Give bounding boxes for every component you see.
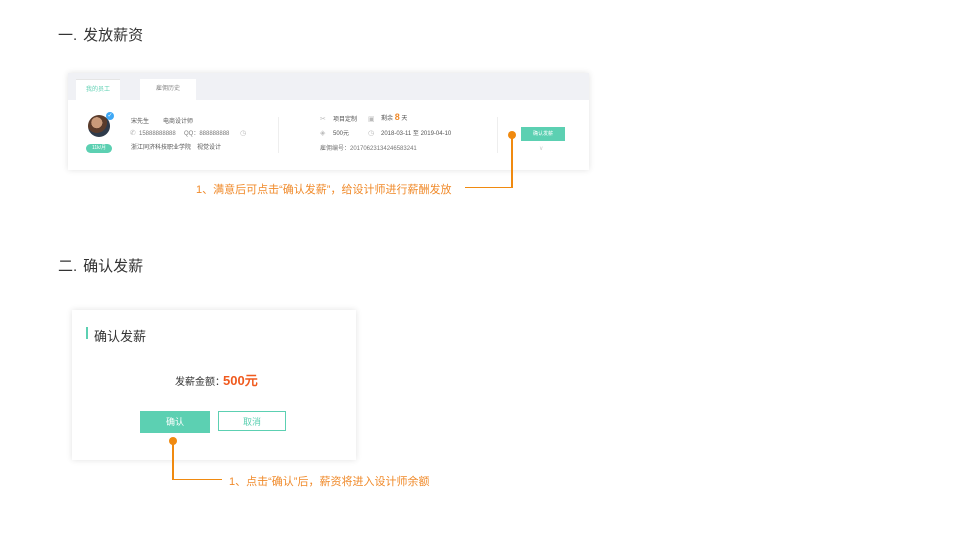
money-icon: ◈ xyxy=(320,130,326,137)
amount-label: 发薪金额： xyxy=(175,377,225,388)
annotation-text: 1、点击“确认”后，薪资将进入设计师余额 xyxy=(229,476,430,488)
remaining-suffix: 天 xyxy=(401,116,408,122)
remaining-prefix: 剩余 xyxy=(381,116,394,122)
annotation-line xyxy=(511,135,513,188)
calendar-icon: ▣ xyxy=(368,116,375,123)
employee-role: 电商设计师 xyxy=(163,119,194,125)
project-type: 项目定制 xyxy=(333,117,358,123)
remaining-days-value: 8 xyxy=(394,112,400,122)
dialog-title: 确认发薪 xyxy=(94,329,147,344)
phone-icon: ✆ xyxy=(130,130,136,137)
clock-icon: ◷ xyxy=(240,130,247,137)
annotation-line xyxy=(172,479,222,480)
section-heading: 发放薪资 xyxy=(83,27,144,44)
employee-major: 视觉设计 xyxy=(197,145,222,151)
confirm-pay-button[interactable]: 确认发薪 xyxy=(521,127,565,141)
tab-my-employees[interactable]: 我的员工 xyxy=(76,79,120,101)
chevron-down-icon[interactable]: ∨ xyxy=(539,145,543,152)
remaining-days: 剩余 8 天 xyxy=(381,113,407,123)
hire-number: 雇佣编号：20170623134246583241 xyxy=(320,146,417,152)
annotation-line xyxy=(172,441,174,480)
employee-qq: QQ：888888888 xyxy=(184,131,230,137)
confirm-dialog: 确认发薪 发薪金额： 500元 确认 取消 xyxy=(72,310,356,460)
section-title-confirm-pay: 二. 确认发薪 xyxy=(58,255,143,276)
salary-badge: 11k/月 xyxy=(86,144,112,153)
title-accent-bar xyxy=(86,327,88,339)
project-amount: 500元 xyxy=(333,131,350,137)
employee-phone: 15888888888 xyxy=(139,131,176,137)
cancel-button[interactable]: 取消 xyxy=(218,411,286,431)
employee-name: 宋先生 xyxy=(131,119,150,125)
tab-bar: 我的员工 雇佣历史 xyxy=(68,73,589,101)
project-icon: ✂ xyxy=(320,116,326,123)
annotation-line xyxy=(465,187,513,188)
amount-value: 500元 xyxy=(223,373,258,388)
section-title-pay-salary: 一. 发放薪资 xyxy=(58,24,143,45)
verified-icon: ✓ xyxy=(106,112,114,120)
clock-icon: ◷ xyxy=(368,130,375,137)
divider xyxy=(497,117,498,153)
annotation-text: 1、满意后可点击“确认发薪”，给设计师进行薪酬发放 xyxy=(196,184,452,196)
section-number: 一. xyxy=(58,27,78,44)
employee-school: 浙江同济科技职业学院 xyxy=(131,145,192,151)
tab-hire-history[interactable]: 雇佣历史 xyxy=(140,79,196,100)
divider xyxy=(278,117,279,153)
section-heading: 确认发薪 xyxy=(83,258,144,275)
section-number: 二. xyxy=(58,258,78,275)
project-period: 2018-03-11 至 2019-04-10 xyxy=(381,131,452,137)
confirm-button[interactable]: 确认 xyxy=(140,411,210,433)
